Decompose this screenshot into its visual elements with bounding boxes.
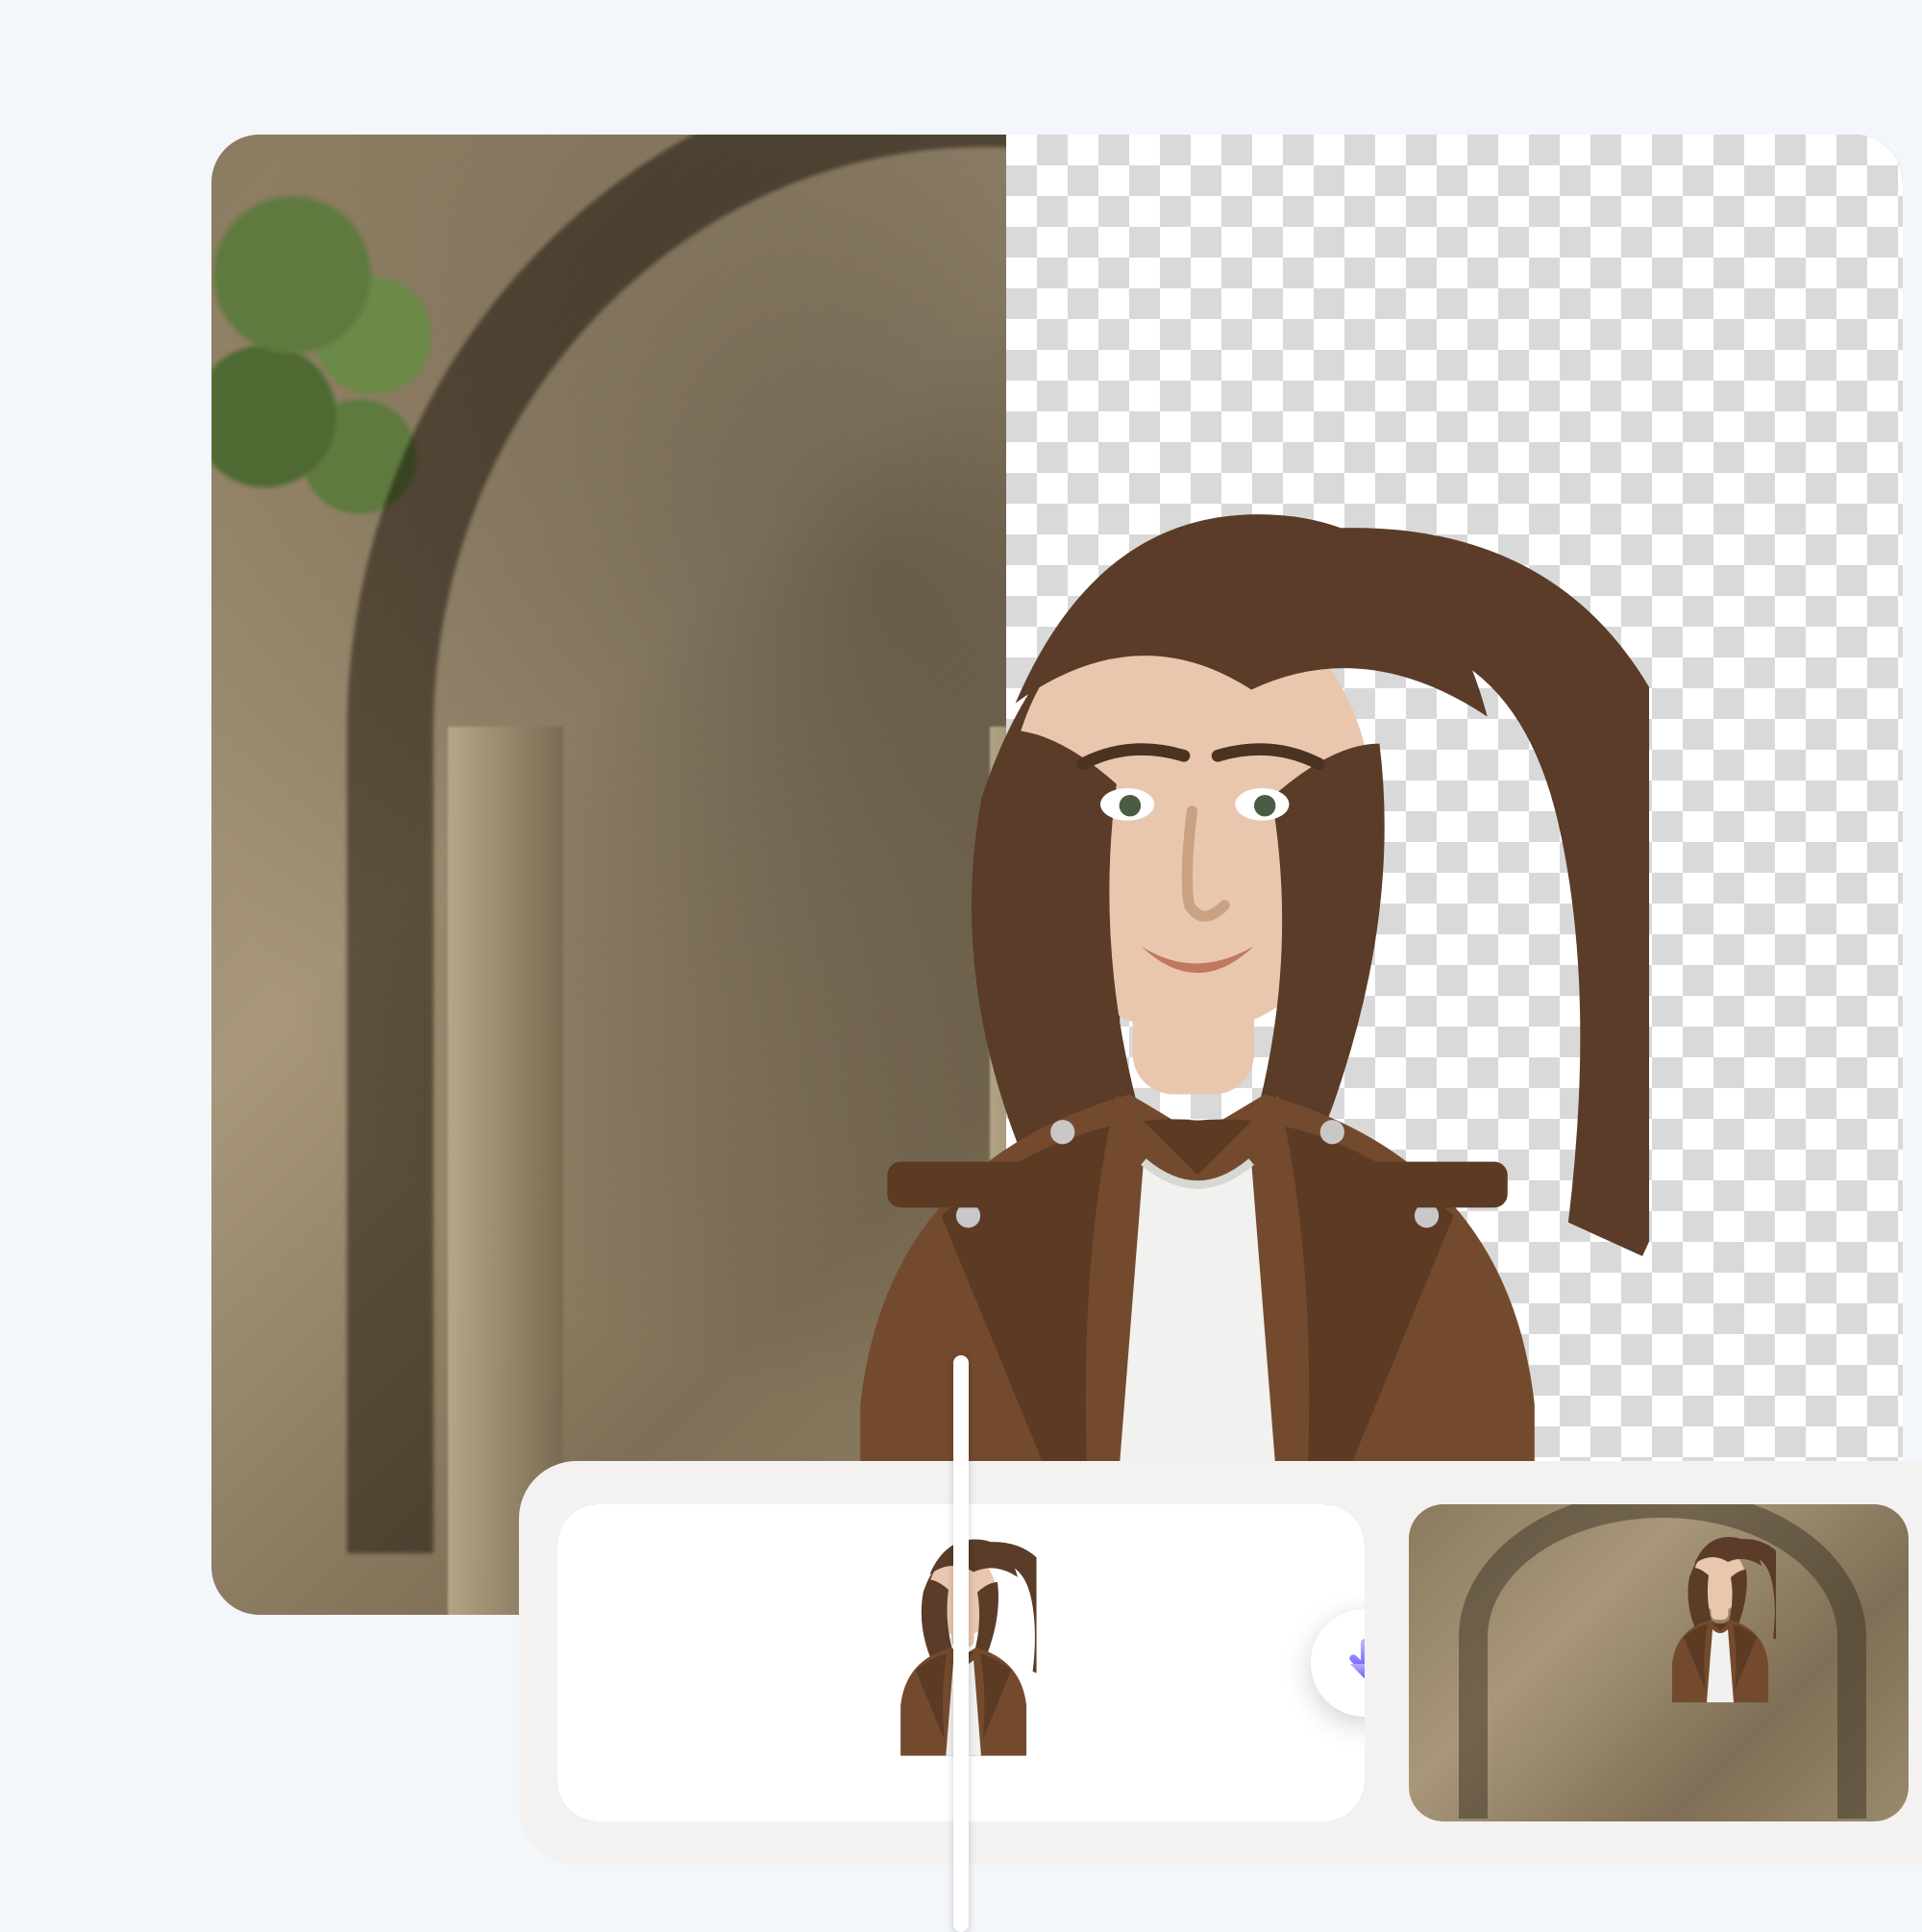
comparison-stage (211, 135, 1903, 1615)
transparent-background (1006, 135, 1903, 1615)
result-thumbnail-strip (519, 1461, 1922, 1865)
image-comparison-canvas[interactable] (211, 135, 1903, 1615)
download-icon (1338, 1636, 1365, 1690)
thumbnail-original[interactable] (1409, 1504, 1909, 1821)
comparison-slider-handle[interactable] (953, 1355, 969, 1932)
